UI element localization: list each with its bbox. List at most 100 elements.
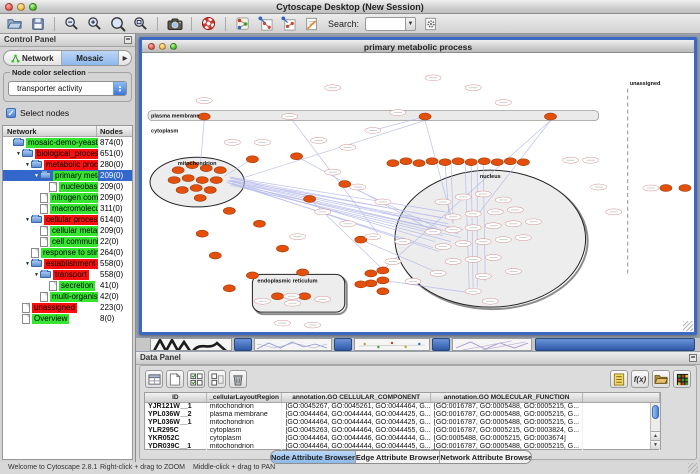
tree-row[interactable]: macromolecule metabol311(0) xyxy=(3,203,132,214)
network-label-node[interactable] xyxy=(591,184,607,190)
tree-row[interactable]: ▼primary metabolic process209(0) xyxy=(3,170,132,181)
tree-col-nodes[interactable]: Nodes xyxy=(97,126,132,136)
minimized-frame-titlebar[interactable] xyxy=(432,338,450,351)
disclosure-triangle-icon[interactable]: ▼ xyxy=(24,261,31,267)
select-from-network-icon[interactable] xyxy=(280,15,297,32)
import-attributes-icon[interactable] xyxy=(610,370,628,388)
network-node[interactable] xyxy=(452,158,464,165)
network-node[interactable] xyxy=(339,181,351,188)
zoom-out-icon[interactable] xyxy=(63,15,80,32)
network-node[interactable] xyxy=(465,159,477,166)
network-label-node[interactable] xyxy=(445,214,461,220)
network-node[interactable] xyxy=(504,158,516,165)
tree-row[interactable]: mosaic-demo-yeast874(0) xyxy=(3,137,132,148)
network-node[interactable] xyxy=(377,288,389,295)
network-label-node[interactable] xyxy=(435,244,451,250)
network-node[interactable] xyxy=(660,185,672,192)
column-header[interactable]: ID xyxy=(145,393,207,402)
network-label-node[interactable] xyxy=(390,110,406,116)
network-label-node[interactable] xyxy=(325,85,341,91)
disclosure-triangle-icon[interactable]: ▼ xyxy=(33,272,40,278)
network-label-node[interactable] xyxy=(365,234,381,240)
network-node[interactable] xyxy=(355,281,367,288)
float-panel-icon[interactable] xyxy=(124,36,132,44)
network-label-node[interactable] xyxy=(385,259,401,265)
table-cell[interactable] xyxy=(583,427,660,435)
network-label-node[interactable] xyxy=(606,209,622,215)
unselect-attributes-icon[interactable] xyxy=(208,370,226,388)
tree-row[interactable]: ▼metabolic process280(0) xyxy=(3,159,132,170)
table-cell[interactable]: mitochondrion xyxy=(207,419,283,427)
tree-col-network[interactable]: Network xyxy=(3,126,97,136)
table-cell[interactable]: YJR121W__1 xyxy=(145,403,207,411)
network-node[interactable] xyxy=(214,167,226,174)
network-node[interactable] xyxy=(304,195,316,202)
new-network-from-selection-icon[interactable] xyxy=(257,15,274,32)
network-node[interactable] xyxy=(176,187,188,194)
network-node[interactable] xyxy=(478,158,490,165)
tab-mosaic[interactable]: Mosaic xyxy=(62,51,120,65)
tab-overflow-icon[interactable]: ▶ xyxy=(119,51,131,65)
tree-row[interactable]: nitrogen compound met209(0) xyxy=(3,192,132,203)
network-label-node[interactable] xyxy=(563,157,579,163)
network-label-node[interactable] xyxy=(340,221,356,227)
table-cell[interactable]: [GO:0044464, GO:0044444, GO:0044425, G..… xyxy=(282,419,430,427)
network-node[interactable] xyxy=(387,160,399,167)
tree-row[interactable]: Overview8(0) xyxy=(3,313,132,324)
column-header[interactable]: _cellularLayoutRegion xyxy=(207,393,283,402)
table-cell[interactable]: cytoplasm xyxy=(207,427,283,435)
network-node[interactable] xyxy=(210,177,222,184)
network-node[interactable] xyxy=(679,185,691,192)
network-label-node[interactable] xyxy=(274,320,290,326)
network-label-node[interactable] xyxy=(425,75,441,81)
tree-row[interactable]: response to stimulus264(0) xyxy=(3,247,132,258)
network-label-node[interactable] xyxy=(395,239,411,245)
tree-row[interactable]: ▼biological_process651(0) xyxy=(3,148,132,159)
network-label-node[interactable] xyxy=(465,257,481,263)
network-label-node[interactable] xyxy=(405,278,421,284)
network-label-node[interactable] xyxy=(515,235,531,241)
network-label-node[interactable] xyxy=(475,273,491,279)
network-label-node[interactable] xyxy=(311,137,327,143)
network-label-node[interactable] xyxy=(285,300,301,306)
network-label-node[interactable] xyxy=(315,209,331,215)
network-node[interactable] xyxy=(297,269,309,276)
tree-row[interactable]: unassigned223(0) xyxy=(3,302,132,313)
network-label-node[interactable] xyxy=(485,255,501,261)
network-label-node[interactable] xyxy=(254,298,270,304)
table-cell[interactable]: YLR295C xyxy=(145,427,207,435)
tree-row[interactable]: ▼establishment of locali558(0) xyxy=(3,258,132,269)
table-scrollbar[interactable]: ▲ ▼ xyxy=(650,403,660,449)
table-row[interactable]: YPL036W__2plasma membrane[GO:0044464, GO… xyxy=(145,411,660,419)
select-nodes-checkbox[interactable]: ✓ xyxy=(6,108,16,118)
select-attributes-icon[interactable] xyxy=(187,370,205,388)
network-node[interactable] xyxy=(491,159,503,166)
tab-node-attribute-browser[interactable]: Node Attribute Browser xyxy=(271,451,356,463)
table-cell[interactable]: [GO:0016787, GO:0005215, GO:0003824, G..… xyxy=(431,427,583,435)
network-label-node[interactable] xyxy=(425,229,441,235)
network-node[interactable] xyxy=(271,293,283,300)
delete-attribute-icon[interactable] xyxy=(229,370,247,388)
network-label-node[interactable] xyxy=(224,139,240,145)
network-label-node[interactable] xyxy=(350,184,366,190)
minimized-frame-thumbnail[interactable] xyxy=(452,338,532,351)
column-header[interactable]: annotation.GO CELLULAR_COMPONENT xyxy=(282,393,430,402)
network-label-node[interactable] xyxy=(445,227,461,233)
minimized-frame-thumbnail[interactable] xyxy=(354,338,430,351)
table-row[interactable]: YJR121W__1mitochondrion[GO:0045267, GO:0… xyxy=(145,403,660,411)
network-node[interactable] xyxy=(291,153,303,160)
network-node[interactable] xyxy=(377,267,389,274)
network-node[interactable] xyxy=(419,113,431,120)
table-cell[interactable]: YPL036W__1 xyxy=(145,419,207,427)
network-node[interactable] xyxy=(223,207,235,214)
tab-network[interactable]: Network xyxy=(4,51,62,65)
save-session-button[interactable] xyxy=(29,15,46,32)
table-cell[interactable] xyxy=(583,443,660,451)
network-label-node[interactable] xyxy=(465,85,481,91)
network-node[interactable] xyxy=(365,270,377,277)
scroll-down-button[interactable]: ▼ xyxy=(651,440,660,449)
network-label-node[interactable] xyxy=(505,268,521,274)
scrollbar-thumb[interactable] xyxy=(652,405,659,419)
network-node[interactable] xyxy=(400,158,412,165)
table-cell[interactable] xyxy=(583,403,660,411)
